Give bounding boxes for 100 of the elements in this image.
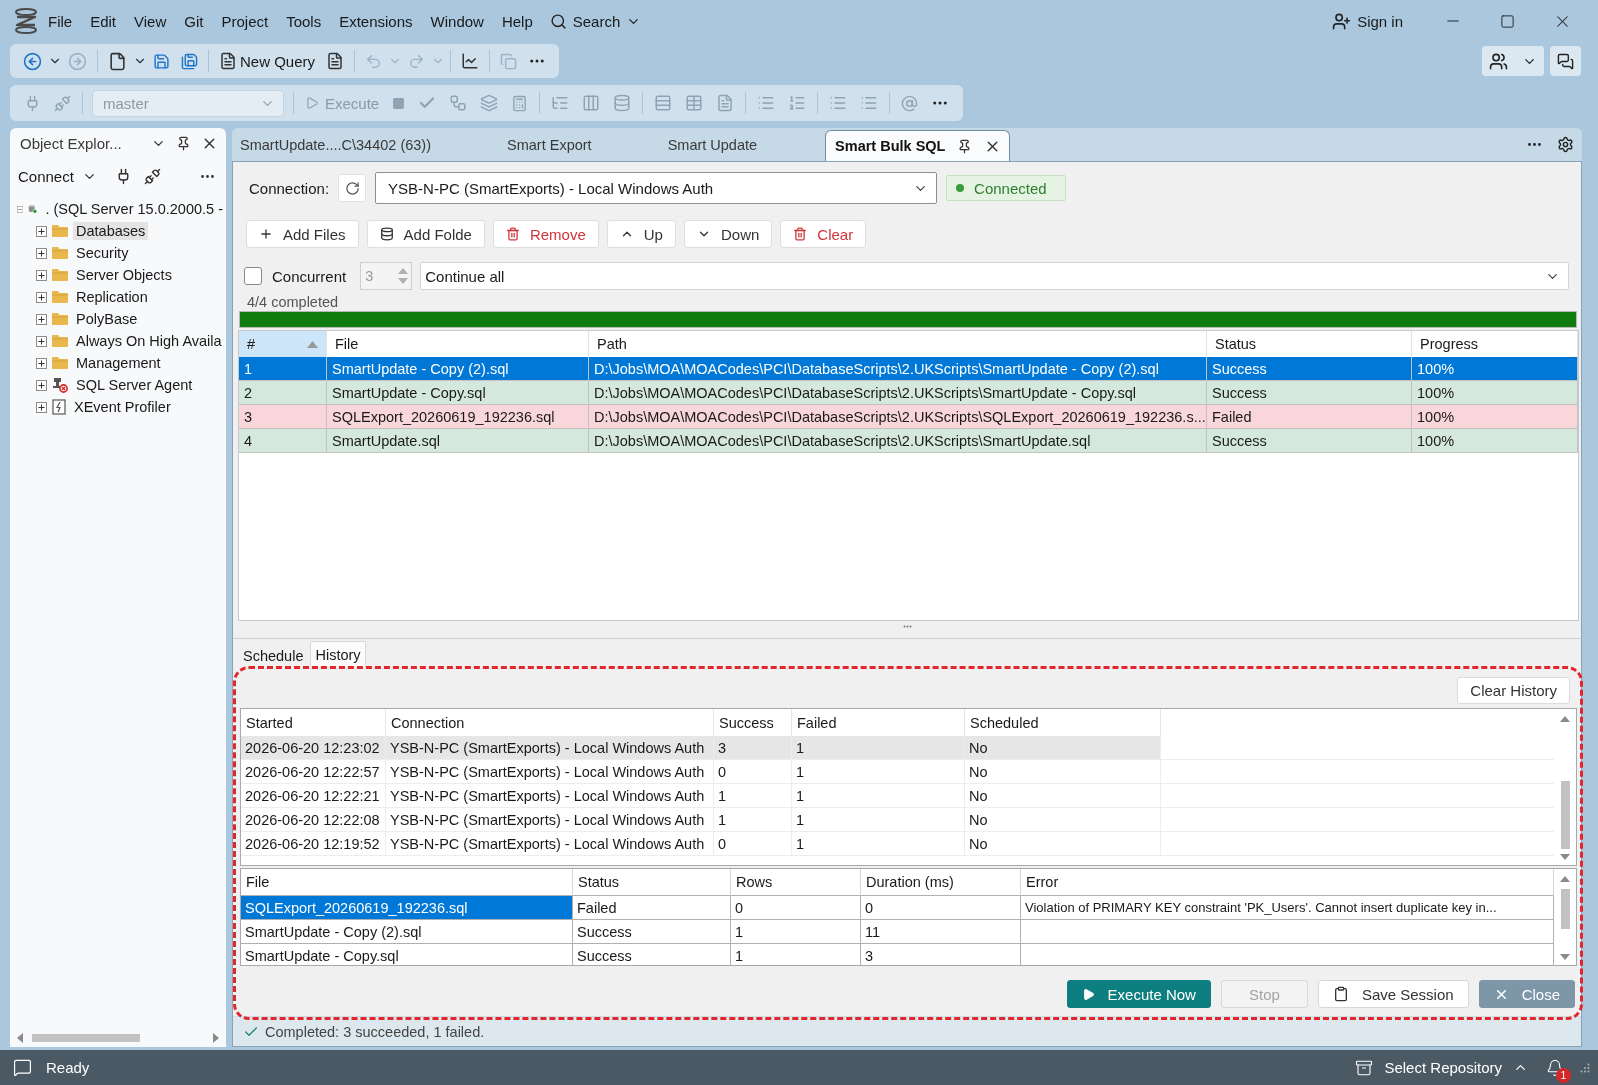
tree-item[interactable]: Databases (73, 222, 149, 240)
add-files-button[interactable]: Add Files (246, 220, 359, 248)
expand-icon[interactable] (36, 225, 47, 237)
remove-button[interactable]: Remove (492, 220, 599, 248)
history-row[interactable]: 2026-06-20 12:22:57 YSB-N-PC (SmartExports) - Local Windows Auth 0 1 No (241, 760, 1554, 784)
menu-item[interactable]: Extensions (330, 9, 422, 33)
scroll-up-icon[interactable] (1560, 715, 1570, 723)
chat-icon[interactable] (13, 1058, 32, 1077)
table-row[interactable]: 4 SmartUpdate.sql D:\Jobs\MOA\MOACodes\PCI\DatabaseScripts\2.UKScripts\SmartUpdate.sql Success 100% (239, 429, 1578, 453)
move-down-button[interactable]: Down (683, 220, 773, 248)
move-up-button[interactable]: Up (606, 220, 676, 248)
menu-item[interactable]: Edit (81, 9, 126, 33)
scroll-down-icon[interactable] (1560, 853, 1570, 861)
save-session-button[interactable]: Save Session (1317, 980, 1469, 1008)
expand-icon[interactable] (36, 247, 47, 259)
tree-item[interactable]: Replication (73, 288, 151, 306)
expand-icon[interactable] (36, 357, 47, 369)
tree-item[interactable]: Management (73, 354, 164, 372)
table-row[interactable]: 1 SmartUpdate - Copy (2).sql D:\Jobs\MOA\MOACodes\PCI\DatabaseScripts\2.UKScripts\SmartUpdate - Copy (2).sql Success 100% (239, 357, 1578, 381)
status-text: Connected (974, 179, 1047, 197)
collapse-icon[interactable] (17, 203, 24, 215)
tree-item[interactable]: Security (73, 244, 132, 262)
document-tab[interactable]: Smart Export (499, 128, 660, 161)
menu-item[interactable]: Tools (277, 9, 331, 33)
search-menu[interactable]: Search (541, 9, 650, 33)
tree-item[interactable]: Always On High Availa (73, 332, 225, 350)
trash-icon (505, 227, 520, 241)
chat-icon (1557, 52, 1574, 70)
scroll-right-icon[interactable] (212, 1033, 220, 1043)
connection-dropdown[interactable]: YSB-N-PC (SmartExports) - Local Windows Auth (375, 172, 938, 204)
menu-item[interactable]: File (39, 9, 82, 33)
table-cell[interactable]: SQLExport_20260619_192236.sql (241, 896, 573, 920)
select-repository-button[interactable]: Select Repository (1355, 1058, 1528, 1077)
save-all-icon[interactable] (181, 52, 198, 70)
table-cell: 2026-06-20 12:22:08 (241, 808, 386, 831)
history-row[interactable]: 2026-06-20 12:22:08 YSB-N-PC (SmartExports) - Local Windows Auth 1 1 No (241, 808, 1554, 832)
document-icon[interactable] (326, 52, 345, 70)
scroll-left-icon[interactable] (16, 1033, 24, 1043)
scrollbar-thumb[interactable] (1560, 889, 1570, 929)
chat-button[interactable] (1550, 46, 1581, 76)
new-query-button[interactable]: New Query (214, 52, 321, 70)
maximize-icon[interactable] (1500, 13, 1515, 29)
clear-button[interactable]: Clear (780, 220, 867, 248)
document-tab[interactable]: Smart Update (659, 128, 826, 161)
table-cell: 4 (239, 429, 327, 453)
tree-item[interactable]: XEvent Profiler (71, 398, 174, 416)
document-tab[interactable]: Smart Bulk SQL (825, 130, 1011, 161)
pin-icon[interactable] (176, 135, 191, 151)
settings-icon[interactable] (1557, 136, 1574, 153)
table-row[interactable]: 2 SmartUpdate - Copy.sql D:\Jobs\MOA\MOACodes\PCI\DatabaseScripts\2.UKScripts\SmartUpdate - Copy.sql Success 100% (239, 381, 1578, 405)
menu-item[interactable]: Window (421, 9, 493, 33)
save-icon[interactable] (153, 52, 170, 70)
scrollbar-thumb[interactable] (32, 1034, 140, 1042)
expand-icon[interactable] (36, 269, 47, 281)
table-cell[interactable]: SmartUpdate - Copy (2).sql (241, 920, 573, 944)
unplug-icon[interactable] (143, 167, 161, 185)
history-row[interactable]: 2026-06-20 12:19:52 YSB-N-PC (SmartExports) - Local Windows Auth 0 1 No (241, 832, 1554, 856)
column-header[interactable]: # (239, 331, 327, 357)
file-icon[interactable] (108, 51, 127, 71)
table-cell: 1 (792, 832, 965, 855)
scroll-up-icon[interactable] (1560, 875, 1570, 883)
panel-tab[interactable]: History (310, 641, 366, 667)
tree-item[interactable]: PolyBase (73, 310, 141, 328)
resize-grip-icon[interactable] (1580, 1062, 1590, 1073)
grip-icon[interactable] (902, 625, 912, 628)
chart-icon[interactable] (461, 52, 480, 70)
connect-button[interactable]: Connect (18, 167, 97, 185)
add-folder-button[interactable]: Add Folde (366, 220, 485, 248)
scroll-down-icon[interactable] (1560, 953, 1570, 961)
app-logo-icon (14, 8, 38, 34)
table-cell: 1 (792, 808, 965, 831)
refresh-button[interactable] (338, 174, 367, 202)
tree-item[interactable]: SQL Server Agent (73, 376, 196, 394)
expand-icon[interactable] (36, 335, 47, 347)
execute-now-button[interactable]: Execute Now (1066, 980, 1211, 1008)
back-icon[interactable] (23, 51, 42, 71)
document-tab[interactable]: SmartUpdate....C\34402 (63)) (232, 128, 499, 161)
clear-history-button[interactable]: Clear History (1457, 677, 1570, 704)
expand-icon[interactable] (36, 379, 47, 391)
table-cell: 1 (714, 784, 792, 807)
play-icon (1081, 987, 1095, 1001)
history-row[interactable]: 2026-06-20 12:23:02 YSB-N-PC (SmartExports) - Local Windows Auth 3 1 No (241, 736, 1554, 760)
expand-icon[interactable] (36, 291, 47, 303)
table-row[interactable]: 3 SQLExport_20260619_192236.sql D:\Jobs\MOA\MOACodes\PCI\DatabaseScripts\2.UKScripts\SQLExport_20260619_192236.s... Failed 100% (239, 405, 1578, 429)
history-row[interactable]: 2026-06-20 12:22:21 YSB-N-PC (SmartExports) - Local Windows Auth 1 1 No (241, 784, 1554, 808)
menu-item[interactable]: Project (212, 9, 278, 33)
error-mode-dropdown[interactable]: Continue all (420, 262, 1569, 290)
tree-item[interactable]: . (SQL Server 15.0.2000.5 - (42, 200, 226, 218)
table-cell: YSB-N-PC (SmartExports) - Local Windows Auth (386, 784, 714, 807)
table-cell: 2026-06-20 12:19:52 (241, 832, 386, 855)
expand-icon[interactable] (36, 313, 47, 325)
expand-icon[interactable] (36, 401, 47, 413)
menu-item[interactable]: View (125, 9, 176, 33)
sign-in-button[interactable]: Sign in (1332, 11, 1403, 31)
menu-item[interactable]: Help (492, 9, 542, 33)
scrollbar-thumb[interactable] (1560, 781, 1570, 849)
notification-bell-icon[interactable] (1546, 1058, 1564, 1077)
tree-item[interactable]: Server Objects (73, 266, 175, 284)
clipboard-icon (1332, 986, 1349, 1002)
menu-item[interactable]: Git (175, 9, 213, 33)
